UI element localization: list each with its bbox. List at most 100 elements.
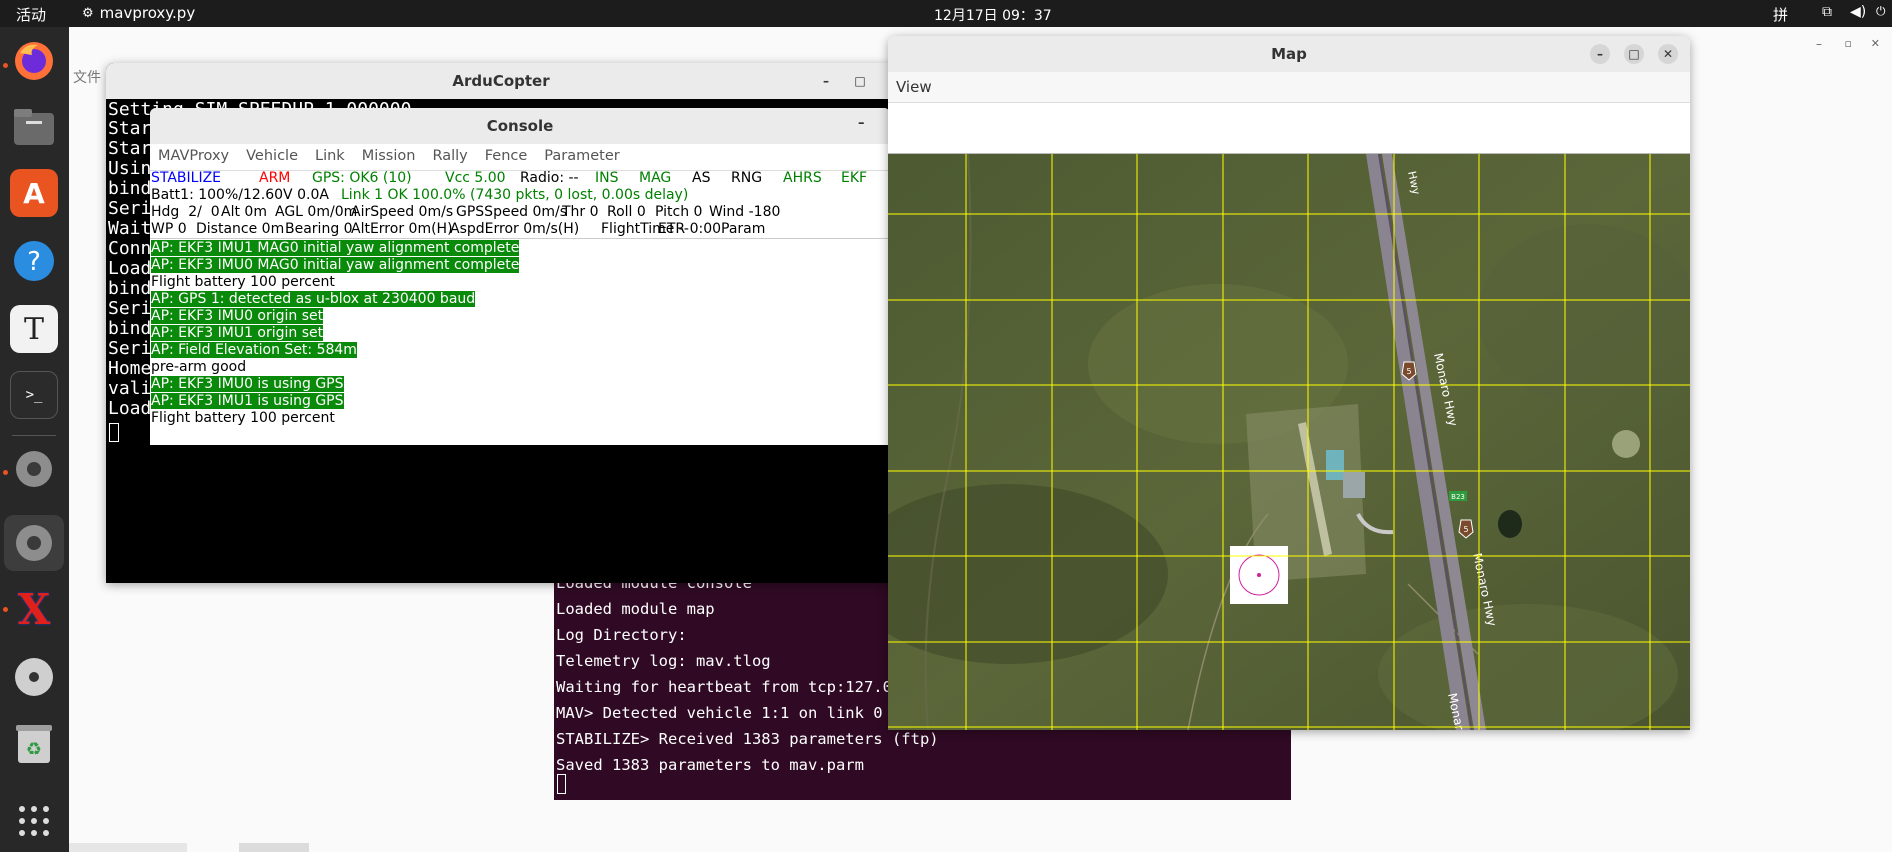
arm-indicator: ARM: [259, 170, 291, 186]
bg-maximize-button[interactable]: ▫: [1845, 37, 1852, 50]
map-menubar: View: [888, 72, 1690, 102]
clock[interactable]: 12月17日 09：37: [934, 5, 1052, 25]
help-icon[interactable]: ?: [10, 237, 58, 285]
console-message-row: Flight battery 100 percent: [151, 410, 519, 427]
text-editor-icon[interactable]: T: [10, 305, 58, 353]
trash-icon[interactable]: ♻: [10, 719, 58, 767]
status-field: Hdg 2/ 0: [151, 204, 220, 220]
console-menu-rally[interactable]: Rally: [432, 148, 467, 164]
bg-tab: [239, 843, 309, 852]
console-window: Console – MAVProxy Vehicle Link Mission Rall…: [150, 108, 890, 445]
map-view-menu[interactable]: View: [896, 78, 932, 96]
console-message: AP: EKF3 IMU1 MAG0 initial yaw alignment…: [151, 240, 520, 256]
terminal-line: Loaded module map: [556, 600, 715, 618]
svg-text:♻: ♻: [26, 739, 42, 760]
power-icon[interactable]: ⏻: [1876, 4, 1886, 19]
terminal-icon[interactable]: >_: [10, 371, 58, 419]
map-titlebar[interactable]: Map – □ ✕: [888, 36, 1690, 72]
status-field: Thr 0: [562, 204, 599, 220]
firefox-icon[interactable]: [10, 37, 58, 85]
input-method-indicator[interactable]: 拼: [1773, 4, 1788, 25]
terminal-line: MAV> Detected vehicle 1:1 on link 0: [556, 704, 883, 722]
mag-indicator: MAG: [639, 170, 672, 186]
console-message-row: AP: EKF3 IMU0 MAG0 initial yaw alignment…: [151, 257, 520, 274]
console-message: AP: GPS 1: detected as u-blox at 230400 …: [151, 291, 476, 307]
terminal-line: Telemetry log: mav.tlog: [556, 652, 771, 670]
arducopter-titlebar[interactable]: ArduCopter – □: [106, 63, 896, 99]
console-menu-mission[interactable]: Mission: [362, 148, 416, 164]
svg-text:?: ?: [27, 247, 41, 277]
map-maximize-button[interactable]: □: [1624, 44, 1644, 64]
activities-button[interactable]: 活动: [16, 4, 46, 25]
show-apps-icon[interactable]: [10, 797, 58, 845]
route-marker-label: B23: [1451, 493, 1465, 501]
settings-active-icon[interactable]: [4, 515, 64, 571]
status-field: Pitch 0: [655, 204, 703, 220]
console-message-row: AP: EKF3 IMU1 is using GPS: [151, 393, 519, 410]
console-status-row-4: WP 0 Distance 0m Bearing 0 AltError 0m(H) As…: [151, 221, 890, 238]
console-message: pre-arm good: [151, 359, 247, 375]
status-field: Roll 0: [607, 204, 646, 220]
console-menubar: MAVProxy Vehicle Link Mission Rally Fence Para…: [158, 148, 637, 164]
console-message: AP: EKF3 IMU1 is using GPS: [151, 393, 344, 409]
dock: A ? T >_ X ♻: [0, 27, 69, 852]
map-minimize-button[interactable]: –: [1590, 44, 1610, 64]
console-minimize-button[interactable]: –: [858, 116, 865, 131]
xterm-icon[interactable]: X: [10, 585, 58, 634]
console-title: Console: [486, 117, 554, 135]
app-center-icon[interactable]: A: [10, 169, 58, 217]
terminal-line: Waiting for heartbeat from tcp:127.0.: [556, 678, 902, 696]
bg-menu-label[interactable]: 文件: [73, 67, 101, 87]
status-field: Alt 0m: [221, 204, 267, 220]
route-shield-label: 5: [1406, 367, 1411, 376]
console-message: AP: EKF3 IMU0 is using GPS: [151, 376, 344, 392]
console-menu-link[interactable]: Link: [315, 148, 345, 164]
battery-status: Batt1: 100%/12.60V 0.0A: [151, 187, 329, 203]
arducopter-cursor: [109, 423, 119, 442]
console-message-row: AP: EKF3 IMU0 origin set: [151, 308, 519, 325]
console-menu-parameter[interactable]: Parameter: [544, 148, 619, 164]
console-menu-fence[interactable]: Fence: [485, 148, 528, 164]
console-message-row: AP: EKF3 IMU0 is using GPS: [151, 376, 519, 393]
gps-indicator: GPS: OK6 (10): [312, 170, 412, 186]
arducopter-maximize-button[interactable]: □: [850, 71, 870, 91]
console-menu-mavproxy[interactable]: MAVProxy: [158, 148, 229, 164]
console-message-row: AP: EKF3 IMU1 origin set: [151, 325, 519, 342]
console-message: AP: EKF3 IMU1 origin set: [151, 325, 324, 341]
mode-indicator: STABILIZE: [151, 170, 222, 186]
console-message: AP: Field Elevation Set: 584m: [151, 342, 357, 358]
satellite-map[interactable]: 5 5 B23 Hwy Monaro Hwy Monaro Hwy Monaro: [888, 154, 1690, 730]
terminal-cursor: [557, 774, 566, 794]
terminal-line: Log Directory:: [556, 626, 687, 644]
console-message-row: AP: Field Elevation Set: 584m: [151, 342, 519, 359]
console-menu-vehicle[interactable]: Vehicle: [246, 148, 298, 164]
console-message-log[interactable]: AP: EKF3 IMU1 MAG0 initial yaw alignment…: [151, 240, 520, 427]
console-message-row: pre-arm good: [151, 359, 519, 376]
rng-indicator: RNG: [731, 170, 763, 186]
bg-close-button[interactable]: ✕: [1871, 37, 1880, 50]
console-status-row-3: Hdg 2/ 0 Alt 0m AGL 0m/0m AirSpeed 0m/s GPSS…: [151, 204, 890, 221]
map-title: Map: [1271, 45, 1307, 63]
arducopter-title: ArduCopter: [452, 72, 550, 90]
status-field: Wind -180: [709, 204, 781, 220]
status-field: WP 0: [151, 221, 187, 237]
map-close-button[interactable]: ✕: [1658, 44, 1678, 64]
status-field: GPSSpeed 0m/s: [456, 204, 568, 220]
network-icon[interactable]: ⧉: [1822, 4, 1832, 20]
console-message: AP: EKF3 IMU0 MAG0 initial yaw alignment…: [151, 257, 520, 273]
console-message: AP: EKF3 IMU0 origin set: [151, 308, 324, 324]
disc-icon[interactable]: [10, 653, 58, 701]
as-indicator: AS: [692, 170, 711, 186]
settings-icon[interactable]: [10, 445, 58, 493]
volume-icon[interactable]: ◀): [1850, 4, 1866, 20]
app-menu[interactable]: ⚙ mavproxy.py: [82, 4, 195, 22]
status-field: Bearing 0: [285, 221, 353, 237]
arducopter-minimize-button[interactable]: –: [816, 71, 836, 91]
console-message: Flight battery 100 percent: [151, 410, 335, 426]
status-field: ETR 0:00: [658, 221, 722, 237]
status-field: AirSpeed 0m/s: [351, 204, 454, 220]
bg-minimize-button[interactable]: –: [1816, 37, 1822, 51]
route-shield-label: 5: [1463, 525, 1468, 534]
files-icon[interactable]: [10, 103, 58, 151]
console-titlebar[interactable]: Console –: [150, 108, 890, 144]
